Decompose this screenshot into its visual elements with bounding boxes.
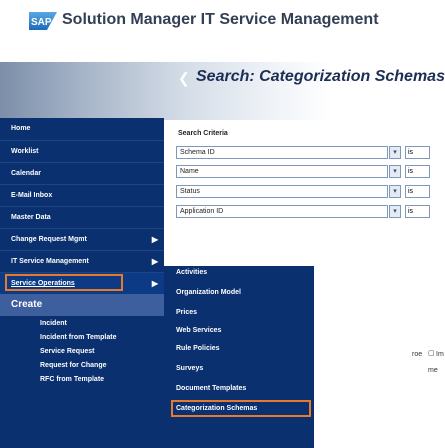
- sidebar-item-master-data[interactable]: Master Data: [0, 206, 164, 228]
- sidebar-item-worklist[interactable]: Worklist: [0, 140, 164, 162]
- chevron-right-icon: ▶: [151, 257, 158, 266]
- flyout-item-organization-model[interactable]: Organization Model: [176, 286, 241, 300]
- sidebar-item-service-operations[interactable]: Service Operations ▶: [0, 272, 164, 294]
- flyout-item-prices[interactable]: Prices: [176, 306, 197, 320]
- selection-highlight: [5, 274, 123, 291]
- criteria-field-input[interactable]: Status: [176, 185, 388, 198]
- dropdown-arrow-icon[interactable]: ▾: [389, 165, 401, 178]
- create-request-for-change-link[interactable]: Request for Change: [0, 360, 164, 372]
- partial-text: roe: [412, 351, 423, 358]
- partial-text: me: [428, 367, 438, 374]
- flyout-item-web-services[interactable]: Web Services: [176, 324, 221, 338]
- app-header: SAP Solution Manager IT Service Manageme…: [0, 0, 445, 44]
- chevron-right-icon: ▶: [151, 279, 158, 288]
- dropdown-arrow-icon[interactable]: ▾: [389, 185, 401, 198]
- dropdown-arrow-icon[interactable]: ▾: [389, 205, 401, 218]
- svg-text:SAP: SAP: [31, 17, 52, 28]
- sap-logo: SAP: [29, 12, 57, 30]
- operator-input[interactable]: is: [405, 185, 430, 198]
- flyout-item-surveys[interactable]: Surveys: [176, 362, 203, 376]
- create-incident-from-template-link[interactable]: Incident from Template: [0, 332, 164, 344]
- operator-input[interactable]: is: [405, 146, 430, 159]
- sidebar-item-change-request-mgmt[interactable]: Change Request Mgmt ▶: [0, 228, 164, 250]
- create-rfc-from-template-link[interactable]: RFC from Template: [0, 374, 164, 386]
- service-operations-flyout: Activities Organization Model Prices Web…: [164, 266, 314, 448]
- flyout-item-document-templates[interactable]: Document Templates: [176, 382, 246, 396]
- dropdown-arrow-icon[interactable]: ▾: [389, 146, 401, 159]
- criteria-field-input[interactable]: Name: [176, 165, 388, 178]
- sidebar-item-calendar[interactable]: Calendar: [0, 162, 164, 184]
- criteria-field-input[interactable]: Schema ID: [176, 146, 388, 159]
- flyout-item-categorization-schemas[interactable]: Categorization Schemas: [176, 402, 257, 416]
- document-icon[interactable]: ▢: [428, 349, 435, 357]
- sidebar-item-it-service-management[interactable]: IT Service Management ▶: [0, 250, 164, 272]
- create-service-request-link[interactable]: Service Request: [0, 346, 164, 358]
- create-incident-link[interactable]: Incident: [0, 318, 164, 330]
- search-criteria-label: Search Criteria: [178, 130, 228, 137]
- create-section-header: Create: [0, 294, 164, 316]
- page-title: Search: Categorization Schemas: [196, 68, 445, 85]
- sidebar-item-home[interactable]: Home: [0, 118, 164, 140]
- partial-text: Im: [436, 351, 444, 358]
- flyout-item-rule-policies[interactable]: Rule Policies: [176, 342, 220, 356]
- operator-input[interactable]: is: [405, 205, 430, 218]
- operator-input[interactable]: is: [405, 165, 430, 178]
- sidebar-item-email-inbox[interactable]: E-Mail Inbox: [0, 184, 164, 206]
- chevron-right-icon: ▶: [151, 235, 158, 244]
- collapse-chevron-icon[interactable]: ❮: [178, 70, 190, 87]
- sidebar: Home Worklist Calendar E-Mail Inbox Mast…: [0, 118, 164, 448]
- flyout-item-activities[interactable]: Activities: [176, 266, 207, 280]
- criteria-field-input[interactable]: Application ID: [176, 205, 388, 218]
- app-title: Solution Manager IT Service Management: [62, 11, 379, 28]
